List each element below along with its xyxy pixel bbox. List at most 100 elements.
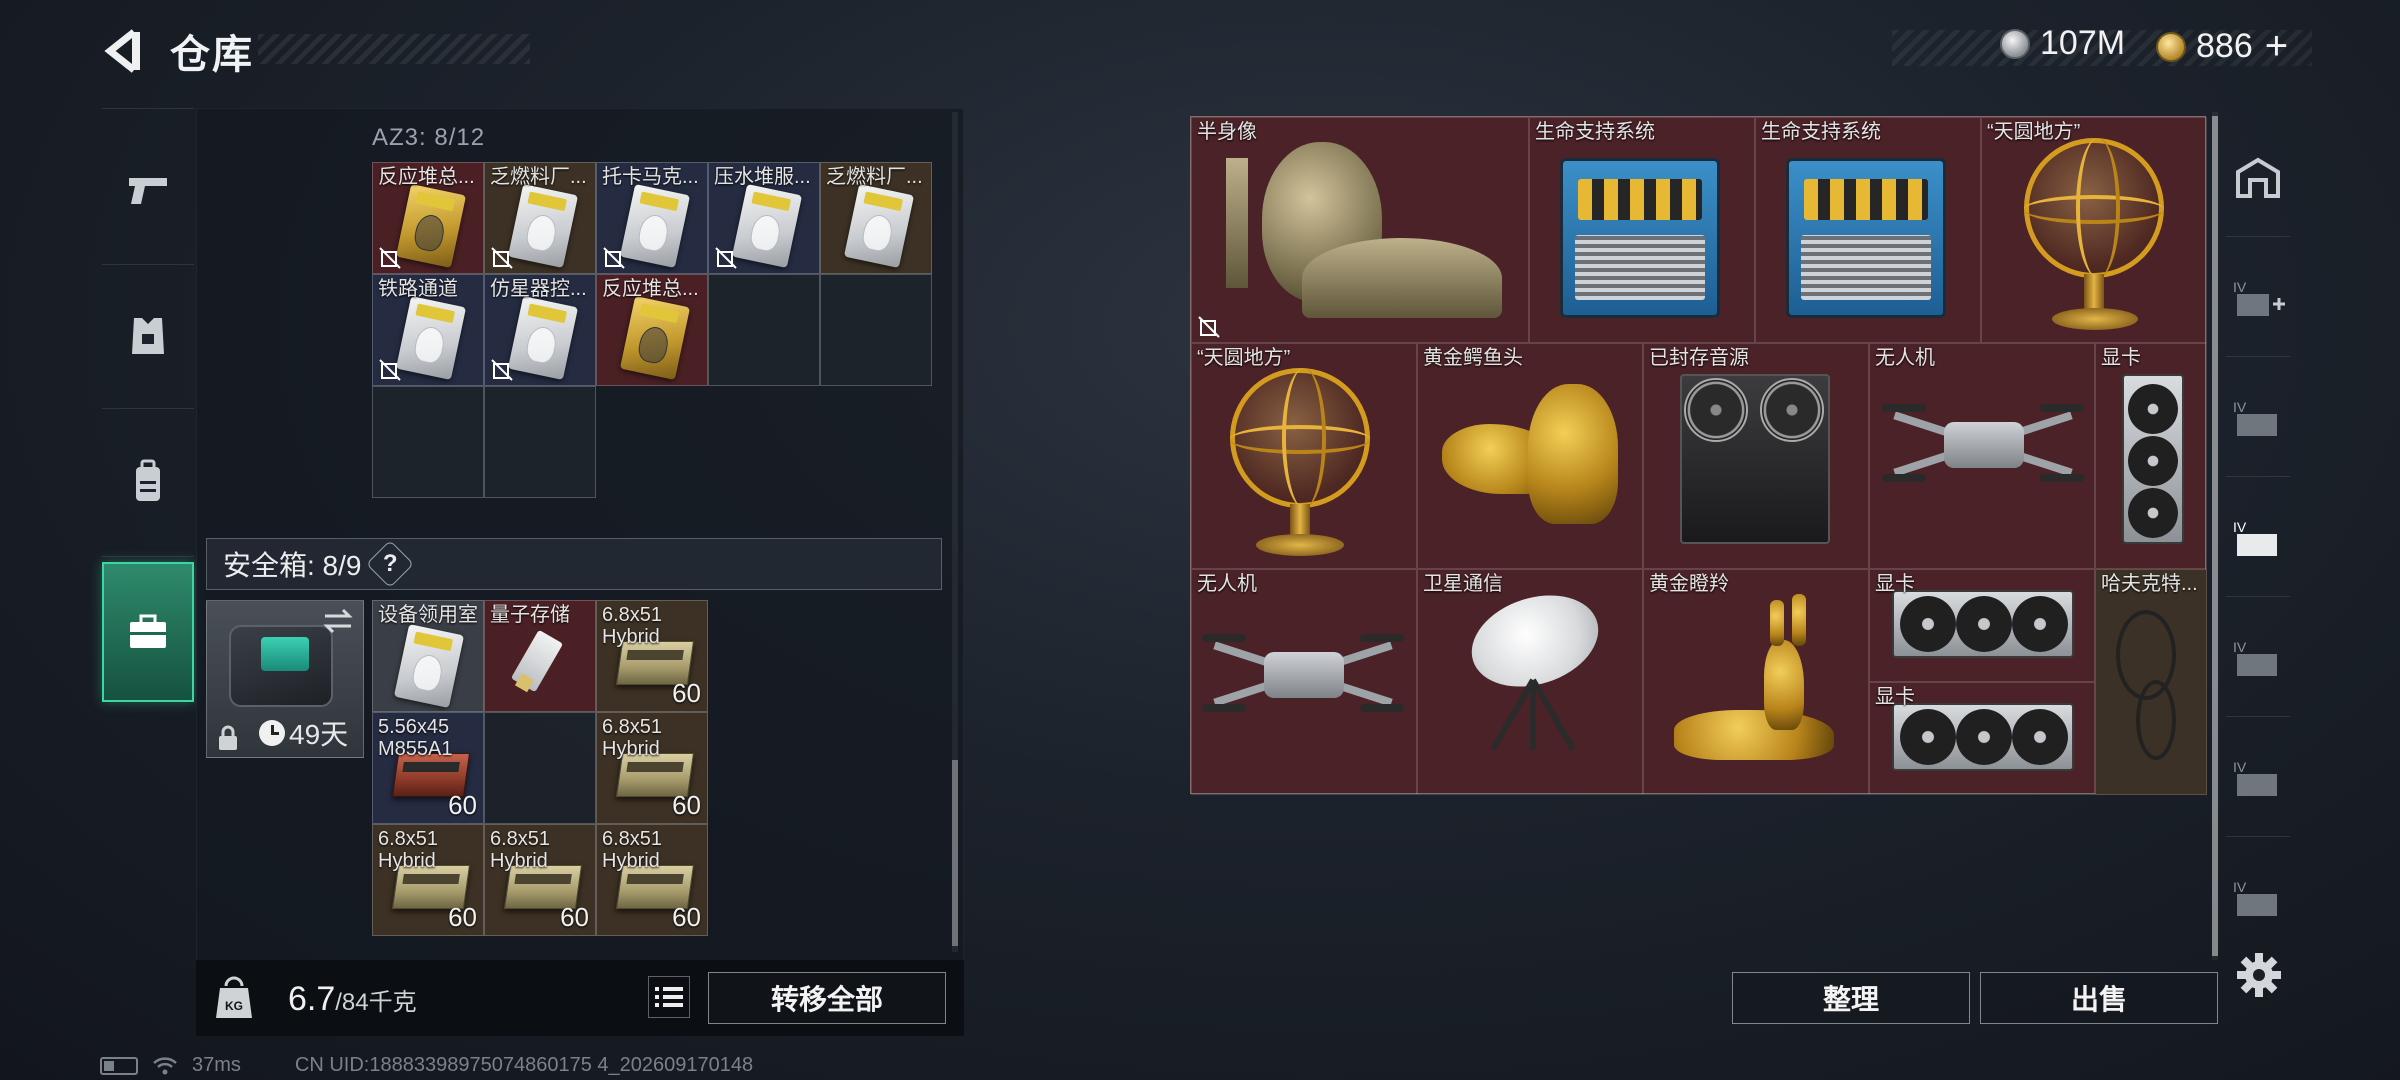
stash-item-golden-gazelle[interactable]: 黄金瞪羚: [1643, 569, 1869, 795]
stash-item-life-support[interactable]: 生命支持系统: [1755, 117, 1981, 343]
battery-icon: [100, 1056, 138, 1075]
silver-amount: 107M: [2040, 24, 2126, 62]
item-name: 托卡马克...: [602, 166, 699, 188]
stash-item-golden-croc[interactable]: 黄金鳄鱼头: [1417, 343, 1643, 569]
help-button[interactable]: ?: [366, 539, 415, 589]
tab-weapons[interactable]: [102, 120, 194, 260]
container-slot[interactable]: 仿星器控...: [484, 274, 596, 386]
item-name: 哈夫克特...: [2101, 573, 2198, 595]
safebox-slot[interactable]: 设备领用室: [372, 600, 484, 712]
safebox-card[interactable]: 49天: [206, 600, 364, 758]
tab-stash-home[interactable]: [2226, 118, 2290, 238]
toolbox-icon: [130, 614, 166, 648]
back-arrow-icon[interactable]: [100, 28, 146, 74]
stash-item-tape-recorder[interactable]: 已封存音源: [1643, 343, 1869, 569]
item-name: 6.8x51 Hybrid: [490, 828, 551, 872]
stash-item-life-support[interactable]: 生命支持系统: [1529, 117, 1755, 343]
weight-icon-label: KG: [225, 999, 243, 1013]
stash-iv-2-icon: IV: [2233, 519, 2277, 556]
container-slot[interactable]: 乏燃料厂...: [820, 162, 932, 274]
empty-slot[interactable]: [372, 386, 484, 498]
container-slot[interactable]: 铁路通道: [372, 274, 484, 386]
safebox-slot[interactable]: 6.8x51 Hybrid 60: [596, 712, 708, 824]
stash-item-gpu[interactable]: 显卡: [2095, 343, 2207, 569]
unbound-icon: [379, 359, 401, 381]
title-decoration: [258, 34, 530, 64]
item-count: 60: [672, 902, 701, 932]
swap-icon[interactable]: [321, 607, 355, 635]
container-slot[interactable]: 乏燃料厂...: [484, 162, 596, 274]
organize-button[interactable]: 整理: [1732, 972, 1970, 1024]
pistol-icon: [129, 178, 167, 204]
safebox-slot[interactable]: 6.8x51 Hybrid 60: [372, 824, 484, 936]
stash-iv-1-icon: IV: [2233, 399, 2277, 436]
sell-button[interactable]: 出售: [1980, 972, 2218, 1024]
empty-slot[interactable]: [708, 274, 820, 386]
item-name: 生命支持系统: [1761, 121, 1881, 143]
stash-item-satellite-comm[interactable]: 卫星通信: [1417, 569, 1643, 795]
safebox-grid: 设备领用室 量子存储 6.8x51 Hybrid 60 5.56x45 M855…: [372, 600, 712, 940]
item-name: 设备领用室: [378, 604, 478, 626]
stash-scroll-thumb[interactable]: [2212, 116, 2218, 956]
item-name: 无人机: [1875, 347, 1935, 369]
settings-gear-icon[interactable]: [2236, 952, 2282, 998]
empty-slot[interactable]: [484, 712, 596, 824]
item-name: 压水堆服...: [714, 166, 811, 188]
item-name: “天圆地方”: [1197, 347, 1291, 369]
stash-item-gpu[interactable]: 显卡: [1869, 682, 2095, 795]
transfer-all-button[interactable]: 转移全部: [708, 972, 946, 1024]
item-name: 6.8x51 Hybrid: [602, 828, 663, 872]
safebox-slot[interactable]: 5.56x45 M855A1 60: [372, 712, 484, 824]
safebox-slot[interactable]: 6.8x51 Hybrid 60: [596, 600, 708, 712]
stash-item-drone[interactable]: 无人机: [1869, 343, 2095, 569]
item-name: 量子存储: [490, 604, 570, 626]
gold-coin-icon: [2156, 31, 2186, 62]
stash-item-armillary[interactable]: “天圆地方”: [1981, 117, 2207, 343]
stash-item-gpu[interactable]: 显卡: [1869, 569, 2095, 682]
tab-backpack[interactable]: [102, 412, 194, 552]
container-slot[interactable]: 压水堆服...: [708, 162, 820, 274]
tab-stash-3[interactable]: IV: [2226, 598, 2290, 718]
container-slot[interactable]: 托卡马克...: [596, 162, 708, 274]
item-name: 反应堆总...: [602, 278, 699, 300]
container-slot[interactable]: 反应堆总...: [596, 274, 708, 386]
item-name: 已封存音源: [1649, 347, 1749, 369]
container-grid: 反应堆总... 乏燃料厂... 托卡马克... 压水堆服... 乏燃料厂... …: [372, 162, 936, 502]
item-name: 黄金瞪羚: [1649, 573, 1729, 595]
tab-stash-2[interactable]: IV: [2226, 478, 2290, 598]
list-view-button[interactable]: [648, 976, 690, 1018]
add-currency-button[interactable]: +: [2265, 24, 2288, 69]
unbound-icon: [379, 247, 401, 269]
safebox-slot[interactable]: 6.8x51 Hybrid 60: [596, 824, 708, 936]
empty-slot[interactable]: [484, 386, 596, 498]
item-name: 无人机: [1197, 573, 1257, 595]
item-count: 60: [448, 790, 477, 820]
stash-item-armillary[interactable]: “天圆地方”: [1191, 343, 1417, 569]
item-name: 半身像: [1197, 121, 1257, 143]
page-title: 仓库: [170, 33, 254, 77]
tab-armor[interactable]: [102, 266, 194, 406]
safebox-slot[interactable]: 量子存储: [484, 600, 596, 712]
gold-amount: 886: [2196, 27, 2253, 65]
status-bar: 37ms CN UID:18883398975074860175 4_20260…: [100, 1054, 753, 1077]
container-slot[interactable]: 反应堆总...: [372, 162, 484, 274]
carry-weight: 6.7/84千克: [288, 980, 417, 1019]
empty-slot[interactable]: [820, 274, 932, 386]
unbound-icon: [491, 359, 513, 381]
item-name: 显卡: [2101, 347, 2141, 369]
safebox-slot[interactable]: 6.8x51 Hybrid 60: [484, 824, 596, 936]
armor-icon: [132, 318, 164, 354]
current-weight: 6.7: [288, 980, 336, 1018]
tab-safebox[interactable]: [102, 562, 194, 702]
stash-item-haavk[interactable]: 哈夫克特...: [2095, 569, 2207, 795]
tab-stash-1[interactable]: IV: [2226, 358, 2290, 478]
stash-item-bust[interactable]: 半身像: [1191, 117, 1529, 343]
tab-stash-5[interactable]: IV: [2226, 838, 2290, 958]
stash-item-drone[interactable]: 无人机: [1191, 569, 1417, 795]
inventory-scroll-thumb[interactable]: [952, 760, 958, 946]
stash-iv-4-icon: IV: [2233, 759, 2277, 796]
tab-stash-add[interactable]: IV: [2226, 238, 2290, 358]
gold-currency[interactable]: 886 +: [2156, 24, 2288, 69]
tab-stash-4[interactable]: IV: [2226, 718, 2290, 838]
backpack-icon: [136, 459, 160, 501]
